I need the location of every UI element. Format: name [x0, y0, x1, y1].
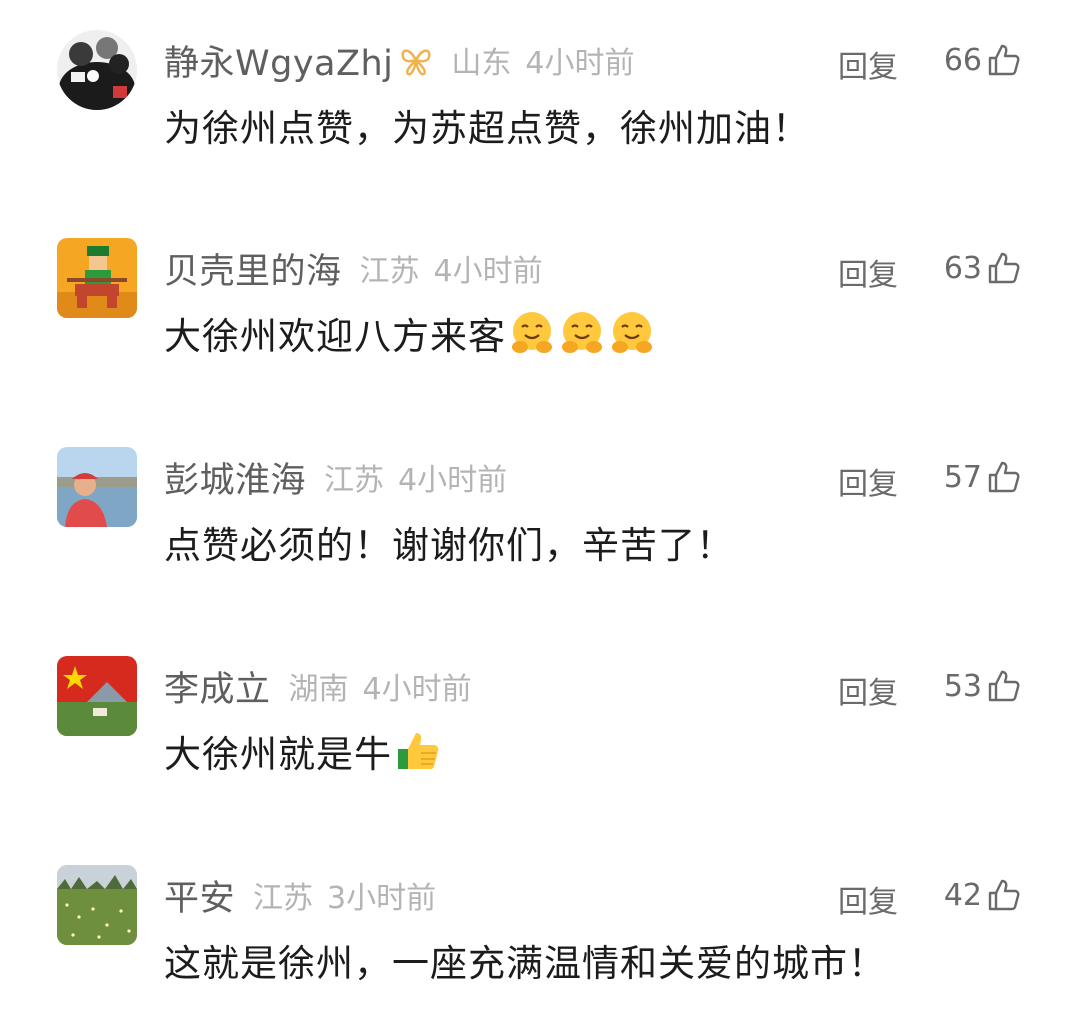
thumbs-up-icon: [988, 44, 1020, 76]
hugging-face-emoji: [612, 312, 652, 353]
comment-text-content: 大徐州欢迎八方来客: [164, 315, 506, 358]
comment-item: 贝壳里的海 江苏 4小时前 回复 63 大徐州欢迎八方来客: [0, 238, 1080, 388]
username[interactable]: 彭城淮海: [164, 452, 306, 503]
thumbs-up-icon: [988, 879, 1020, 911]
comment-meta: 彭城淮海 江苏 4小时前: [164, 453, 507, 501]
reply-button[interactable]: 回复: [838, 250, 898, 294]
comment-time: 3小时前: [327, 881, 437, 916]
comment-meta: 静永WgyaZhj 山东 4小时前: [164, 36, 634, 84]
user-avatar[interactable]: [57, 865, 137, 945]
like-count: 53: [943, 668, 982, 704]
username[interactable]: 李成立: [164, 661, 271, 712]
comment-text-content: 大徐州就是牛: [164, 733, 392, 776]
comment-text-content: 为徐州点赞，为苏超点赞，徐州加油！: [164, 107, 810, 150]
reply-button[interactable]: 回复: [838, 42, 898, 86]
user-location: 湖南: [288, 672, 349, 707]
like-count: 57: [943, 459, 982, 495]
user-location: 江苏: [324, 463, 385, 498]
comment-text: 为徐州点赞，为苏超点赞，徐州加油！: [164, 98, 810, 152]
like-button[interactable]: 57: [944, 455, 1022, 499]
like-button[interactable]: 42: [944, 873, 1022, 917]
comment-meta: 李成立 湖南 4小时前: [164, 662, 472, 710]
thumbs-up-emoji: [398, 733, 439, 769]
comment-item: 平安 江苏 3小时前 回复 42 这就是徐州，一座充满温情和关爱的城市！: [0, 865, 1080, 1015]
comment-item: 静永WgyaZhj 山东 4小时前 回复 66 为徐州点赞，为苏超点赞，徐州加油…: [0, 30, 1080, 180]
comment-text-content: 点赞必须的！谢谢你们，辛苦了！: [164, 524, 734, 567]
comment-text-content: 这就是徐州，一座充满温情和关爱的城市！: [164, 942, 886, 985]
thumbs-up-icon: [988, 252, 1020, 284]
like-button[interactable]: 53: [944, 664, 1022, 708]
comment-time: 4小时前: [433, 254, 543, 289]
username[interactable]: 静永WgyaZhj: [164, 35, 393, 86]
comment-item: 彭城淮海 江苏 4小时前 回复 57 点赞必须的！谢谢你们，辛苦了！: [0, 447, 1080, 597]
comment-text: 这就是徐州，一座充满温情和关爱的城市！: [164, 933, 886, 987]
like-count: 42: [943, 877, 982, 913]
comment-text: 大徐州欢迎八方来客: [164, 306, 656, 360]
thumbs-up-icon: [988, 670, 1020, 702]
reply-button[interactable]: 回复: [838, 459, 898, 503]
user-location: 江苏: [359, 254, 420, 289]
user-avatar[interactable]: [57, 30, 137, 110]
comment-time: 4小时前: [398, 463, 508, 498]
username[interactable]: 平安: [164, 870, 235, 921]
like-count: 63: [943, 250, 982, 286]
user-avatar[interactable]: [57, 238, 137, 318]
like-button[interactable]: 63: [944, 246, 1022, 290]
hugging-face-emoji: [562, 312, 602, 353]
reply-button[interactable]: 回复: [838, 877, 898, 921]
like-count: 66: [943, 42, 982, 78]
like-button[interactable]: 66: [944, 38, 1022, 82]
butterfly-icon: [399, 43, 433, 77]
username[interactable]: 贝壳里的海: [164, 243, 342, 294]
comment-meta: 贝壳里的海 江苏 4小时前: [164, 244, 543, 292]
comment-meta: 平安 江苏 3小时前: [164, 871, 436, 919]
comment-text: 大徐州就是牛: [164, 724, 442, 778]
user-location: 江苏: [253, 881, 314, 916]
comment-time: 4小时前: [362, 672, 472, 707]
user-location: 山东: [451, 46, 512, 81]
comment-time: 4小时前: [525, 46, 635, 81]
comment-text: 点赞必须的！谢谢你们，辛苦了！: [164, 515, 734, 569]
user-avatar[interactable]: [57, 656, 137, 736]
user-avatar[interactable]: [57, 447, 137, 527]
comment-item: 李成立 湖南 4小时前 回复 53 大徐州就是牛: [0, 656, 1080, 806]
hugging-face-emoji: [512, 312, 552, 353]
reply-button[interactable]: 回复: [838, 668, 898, 712]
thumbs-up-icon: [988, 461, 1020, 493]
